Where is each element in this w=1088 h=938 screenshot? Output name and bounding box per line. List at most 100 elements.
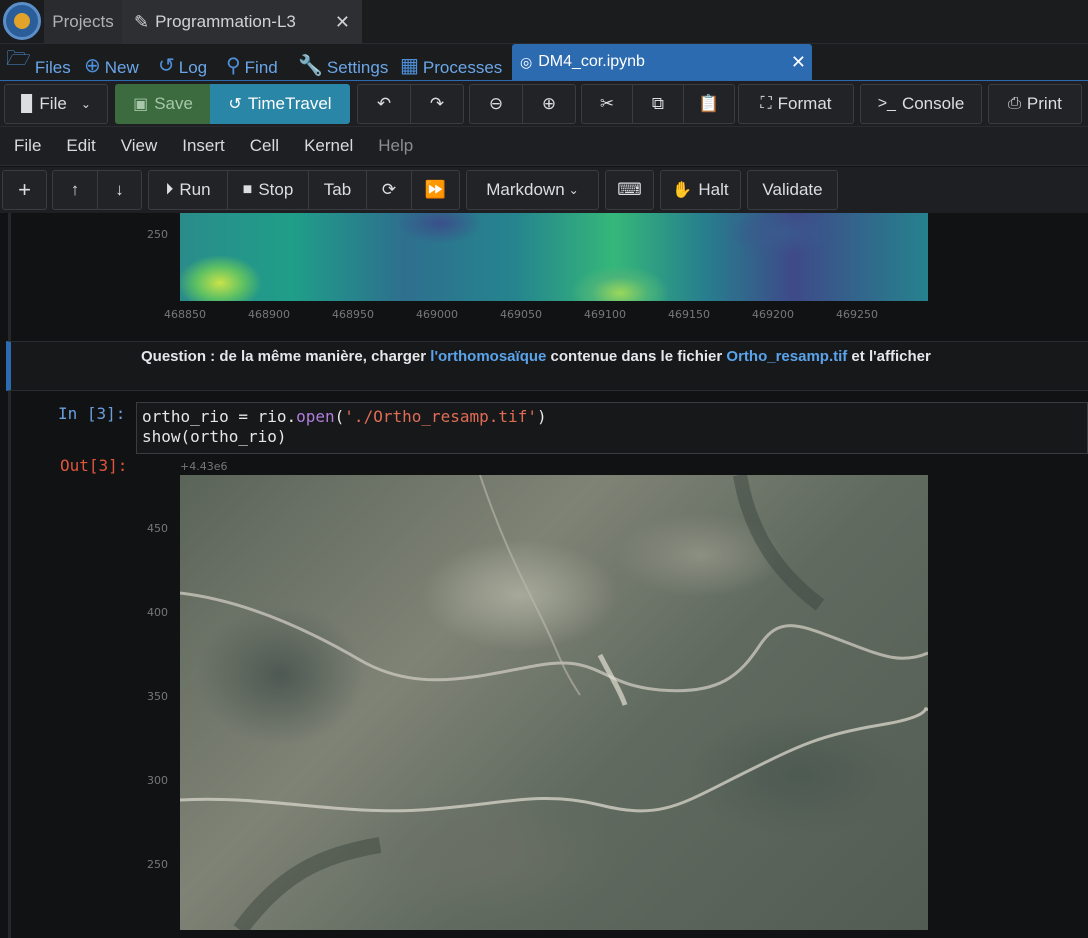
menu-file[interactable]: File bbox=[14, 136, 41, 156]
stop-button[interactable]: ■ Stop bbox=[227, 170, 309, 210]
validate-button[interactable]: Validate bbox=[747, 170, 838, 210]
plot2-y-tick: 250 bbox=[147, 858, 168, 871]
plot1-x-tick: 469050 bbox=[500, 308, 542, 321]
chevron-down-icon: ⌄ bbox=[568, 183, 579, 197]
arrow-up-icon: ↑ bbox=[70, 180, 80, 199]
zoom-out-button[interactable]: ⊖ bbox=[469, 84, 523, 124]
log-label: Log bbox=[178, 58, 208, 77]
orthomosaic-image bbox=[180, 475, 928, 930]
insert-cell-button[interactable]: + bbox=[2, 170, 47, 210]
code-token: open bbox=[296, 407, 335, 426]
zoom-out-icon: ⊖ bbox=[488, 94, 504, 113]
markdown-question: Question : de la même manière, charger l… bbox=[141, 348, 931, 365]
tab-button[interactable]: Tab bbox=[308, 170, 367, 210]
new-button[interactable]: ⊕ New bbox=[84, 50, 139, 80]
menu-help[interactable]: Help bbox=[378, 136, 413, 156]
find-button[interactable]: ⚲ Find bbox=[226, 50, 278, 80]
markdown-cell[interactable]: Question : de la même manière, charger l… bbox=[6, 341, 1088, 391]
output-prompt: Out[3]: bbox=[60, 456, 128, 475]
halt-button[interactable]: ✋ Halt bbox=[660, 170, 741, 210]
fast-forward-icon: ⏩ bbox=[424, 180, 447, 199]
plus-circle-icon: ⊕ bbox=[84, 55, 101, 77]
plot1-x-tick: 469200 bbox=[752, 308, 794, 321]
menu-insert[interactable]: Insert bbox=[182, 136, 225, 156]
tab-projects[interactable]: Projects bbox=[44, 0, 122, 44]
tab-project-programmation[interactable]: ✎ Programmation-L3 ✕ bbox=[122, 0, 362, 44]
tab-projects-label: Projects bbox=[52, 12, 114, 31]
undo-button[interactable]: ↶ bbox=[357, 84, 411, 124]
console-label: Console bbox=[901, 94, 965, 113]
processes-button[interactable]: ▦ Processes bbox=[400, 50, 502, 80]
move-down-button[interactable]: ↓ bbox=[97, 170, 142, 210]
timetravel-label: TimeTravel bbox=[247, 94, 332, 113]
history-icon: ↺ bbox=[158, 55, 175, 77]
chevron-down-icon: ⌄ bbox=[80, 97, 91, 111]
cocalc-logo-icon[interactable] bbox=[3, 2, 41, 40]
arrow-down-icon: ↓ bbox=[115, 180, 124, 199]
save-button[interactable]: ▣ Save bbox=[115, 84, 211, 124]
validate-label: Validate bbox=[762, 180, 823, 199]
menu-cell[interactable]: Cell bbox=[250, 136, 279, 156]
file-label: File bbox=[39, 94, 67, 113]
close-tab-icon[interactable]: ✕ bbox=[335, 12, 350, 33]
project-tab-bar: Projects ✎ Programmation-L3 ✕ bbox=[0, 0, 1088, 44]
plot2-y-tick: 450 bbox=[147, 522, 168, 535]
close-file-icon[interactable]: ✕ bbox=[791, 52, 806, 73]
settings-button[interactable]: 🔧 Settings bbox=[298, 50, 388, 80]
zoom-in-button[interactable]: ⊕ bbox=[522, 84, 576, 124]
undo-icon: ↶ bbox=[376, 94, 392, 113]
menu-kernel[interactable]: Kernel bbox=[304, 136, 353, 156]
stop-icon: ■ bbox=[242, 181, 253, 198]
wrench-icon: 🔧 bbox=[298, 55, 323, 77]
save-label: Save bbox=[154, 94, 193, 113]
cell-toolbar: + ↑ ↓ ⏵ Run ■ Stop Tab ⟳ ⏩ Markdown ⌄ ⌨ ✋ Ha… bbox=[0, 167, 1088, 213]
code-token: ) bbox=[536, 407, 547, 426]
save-icon: ▣ bbox=[133, 96, 149, 113]
plot2-offset-label: +4.43e6 bbox=[180, 460, 228, 473]
run-label: Run bbox=[179, 180, 211, 199]
code-line: ortho_rio = rio.open('./Ortho_resamp.tif… bbox=[142, 407, 1082, 427]
run-button[interactable]: ⏵ Run bbox=[148, 170, 228, 210]
ortho-file-link[interactable]: Ortho_resamp.tif bbox=[726, 348, 847, 365]
tab-label: Tab bbox=[323, 180, 352, 199]
code-line: show(ortho_rio) bbox=[142, 427, 287, 446]
file-dropdown-button[interactable]: ▉ File ⌄ bbox=[4, 84, 108, 124]
notebook-area[interactable]: 250 468850 468900 468950 469000 469050 4… bbox=[0, 213, 1088, 938]
cell-type-select[interactable]: Markdown ⌄ bbox=[466, 170, 599, 210]
folder-open-icon: 🗁 bbox=[6, 48, 31, 70]
orthomosaique-link[interactable]: l'orthomosaïque bbox=[430, 348, 546, 365]
paste-button[interactable]: 📋 bbox=[683, 84, 735, 124]
restart-button[interactable]: ⟳ bbox=[366, 170, 412, 210]
scissors-icon: ✂ bbox=[599, 94, 615, 113]
console-button[interactable]: >_ Console bbox=[860, 84, 982, 124]
print-button[interactable]: ⎙ Print bbox=[988, 84, 1082, 124]
new-label: New bbox=[104, 58, 139, 77]
timetravel-button[interactable]: ↺ TimeTravel bbox=[210, 84, 350, 124]
stop-label: Stop bbox=[258, 180, 294, 199]
print-label: Print bbox=[1026, 94, 1062, 113]
cut-button[interactable]: ✂ bbox=[581, 84, 633, 124]
plot2-y-tick: 350 bbox=[147, 690, 168, 703]
md-text-part: Question : de la même manière, charger bbox=[141, 348, 431, 365]
menu-view[interactable]: View bbox=[121, 136, 158, 156]
log-button[interactable]: ↺ Log bbox=[158, 50, 207, 80]
copy-button[interactable]: ⧉ bbox=[632, 84, 684, 124]
cell-gutter bbox=[8, 213, 11, 938]
run-all-button[interactable]: ⏩ bbox=[411, 170, 460, 210]
move-up-button[interactable]: ↑ bbox=[52, 170, 98, 210]
code-editor[interactable]: ortho_rio = rio.open('./Ortho_resamp.tif… bbox=[136, 402, 1088, 454]
redo-button[interactable]: ↷ bbox=[410, 84, 464, 124]
plot1-y-tick: 250 bbox=[147, 228, 168, 241]
code-token: ( bbox=[334, 407, 345, 426]
find-label: Find bbox=[244, 58, 278, 77]
menu-edit[interactable]: Edit bbox=[66, 136, 95, 156]
open-file-tab[interactable]: ◎ DM4_cor.ipynb ✕ bbox=[512, 44, 812, 80]
plot1-x-tick: 469100 bbox=[584, 308, 626, 321]
files-button[interactable]: 🗁 Files bbox=[6, 48, 71, 80]
settings-label: Settings bbox=[326, 58, 389, 77]
keyboard-button[interactable]: ⌨ bbox=[605, 170, 654, 210]
cell-type-value: Markdown bbox=[486, 180, 565, 199]
zoom-in-icon: ⊕ bbox=[541, 94, 557, 113]
edit-icon: ✎ bbox=[134, 11, 150, 32]
format-button[interactable]: ⛶ Format bbox=[738, 84, 854, 124]
